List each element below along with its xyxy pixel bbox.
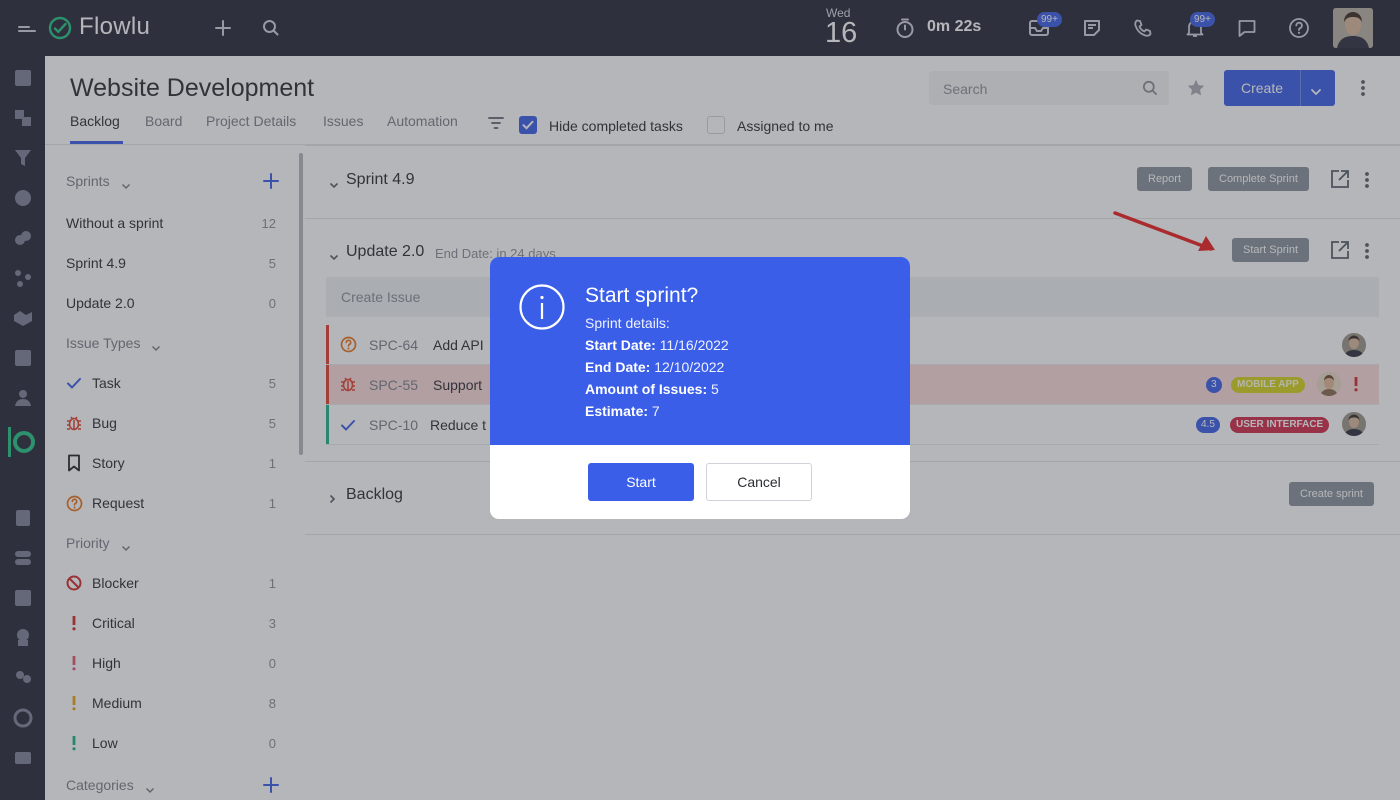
start-sprint-dialog: Start sprint? Sprint details: Start Date… bbox=[490, 257, 910, 519]
dialog-header: Start sprint? Sprint details: Start Date… bbox=[490, 257, 910, 445]
start-button[interactable]: Start bbox=[588, 463, 694, 501]
sprint-details-label: Sprint details: bbox=[585, 315, 670, 331]
amount-of-issues-row: Amount of Issues: 5 bbox=[585, 381, 719, 397]
start-date-row: Start Date: 11/16/2022 bbox=[585, 337, 729, 353]
info-icon bbox=[519, 284, 565, 330]
cancel-button[interactable]: Cancel bbox=[706, 463, 812, 501]
estimate-row: Estimate: 7 bbox=[585, 403, 660, 419]
dialog-title: Start sprint? bbox=[585, 284, 699, 307]
end-date-row: End Date: 12/10/2022 bbox=[585, 359, 725, 375]
